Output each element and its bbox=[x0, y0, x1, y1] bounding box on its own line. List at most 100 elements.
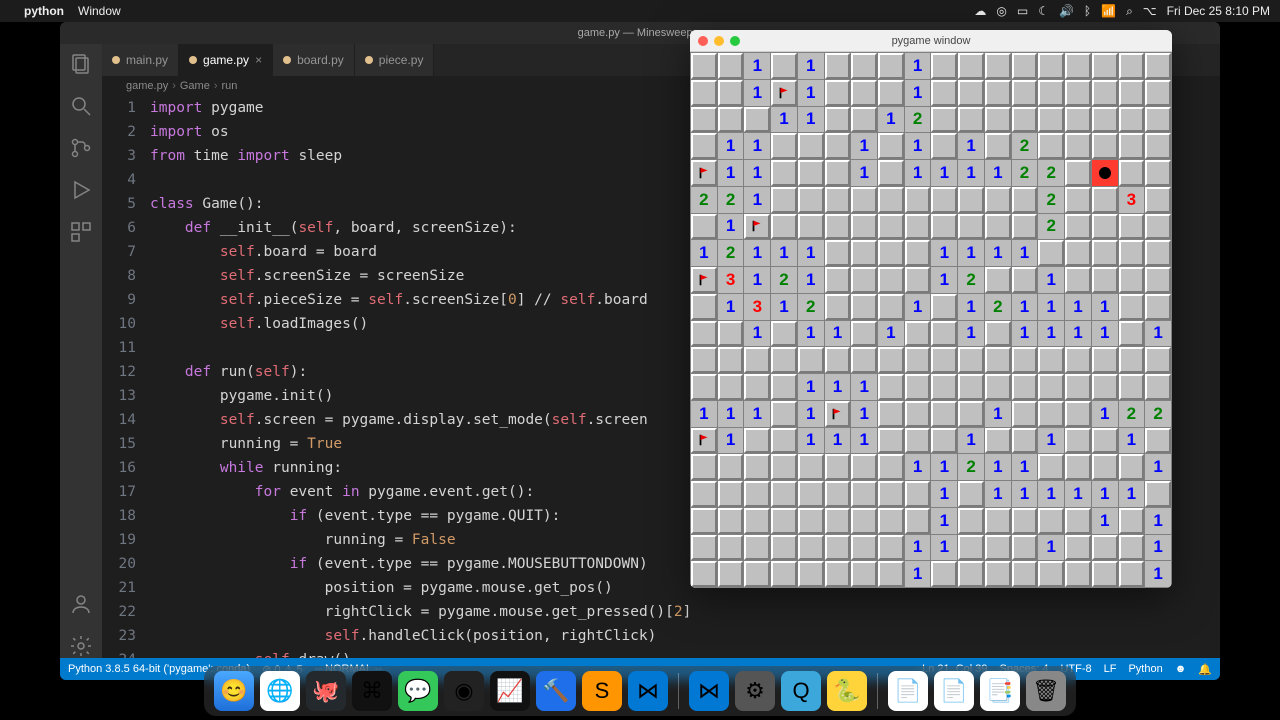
board-cell[interactable]: 1 bbox=[718, 401, 744, 427]
board-cell[interactable] bbox=[1038, 401, 1064, 427]
board-cell[interactable] bbox=[825, 80, 851, 106]
board-cell[interactable] bbox=[1119, 214, 1145, 240]
board-cell[interactable]: 1 bbox=[744, 80, 770, 106]
board-cell[interactable]: 1 bbox=[851, 160, 877, 186]
board-cell[interactable]: 2 bbox=[905, 107, 931, 133]
board-cell[interactable] bbox=[771, 561, 797, 587]
display-icon[interactable]: ▭ bbox=[1017, 4, 1028, 18]
board-cell[interactable] bbox=[985, 107, 1011, 133]
board-cell[interactable] bbox=[985, 428, 1011, 454]
board-cell[interactable] bbox=[851, 107, 877, 133]
board-cell[interactable] bbox=[1145, 347, 1171, 373]
board-cell[interactable]: 1 bbox=[905, 160, 931, 186]
board-cell[interactable] bbox=[958, 187, 984, 213]
board-cell[interactable]: 1 bbox=[1145, 508, 1171, 534]
board-cell[interactable]: 1 bbox=[958, 133, 984, 159]
board-cell[interactable] bbox=[798, 133, 824, 159]
board-cell[interactable] bbox=[851, 347, 877, 373]
board-cell[interactable]: 1 bbox=[798, 240, 824, 266]
close-icon[interactable]: × bbox=[255, 53, 262, 67]
board-cell[interactable] bbox=[1119, 508, 1145, 534]
board-cell[interactable]: 1 bbox=[1065, 481, 1091, 507]
board-cell[interactable] bbox=[985, 267, 1011, 293]
board-cell[interactable]: 1 bbox=[905, 133, 931, 159]
board-cell[interactable] bbox=[905, 481, 931, 507]
flag-cell[interactable] bbox=[825, 401, 851, 427]
search-icon[interactable] bbox=[69, 94, 93, 118]
board-cell[interactable] bbox=[851, 240, 877, 266]
board-cell[interactable] bbox=[825, 294, 851, 320]
board-cell[interactable] bbox=[798, 347, 824, 373]
dock-sublime[interactable]: S bbox=[582, 671, 622, 711]
board-cell[interactable] bbox=[931, 53, 957, 79]
board-cell[interactable] bbox=[1065, 107, 1091, 133]
search-icon[interactable]: ⌕ bbox=[1126, 4, 1133, 19]
minesweeper-board[interactable]: 1111111112111112111111122221231212111111… bbox=[690, 52, 1172, 588]
board-cell[interactable]: 1 bbox=[905, 53, 931, 79]
board-cell[interactable] bbox=[771, 53, 797, 79]
board-cell[interactable] bbox=[744, 428, 770, 454]
board-cell[interactable] bbox=[1065, 508, 1091, 534]
board-cell[interactable]: 1 bbox=[1065, 294, 1091, 320]
board-cell[interactable]: 1 bbox=[1119, 481, 1145, 507]
board-cell[interactable] bbox=[1012, 401, 1038, 427]
extensions-icon[interactable] bbox=[69, 220, 93, 244]
board-cell[interactable] bbox=[1092, 535, 1118, 561]
board-cell[interactable] bbox=[691, 107, 717, 133]
board-cell[interactable] bbox=[985, 508, 1011, 534]
board-cell[interactable] bbox=[851, 561, 877, 587]
board-cell[interactable]: 1 bbox=[744, 321, 770, 347]
board-cell[interactable]: 1 bbox=[878, 321, 904, 347]
board-cell[interactable] bbox=[798, 508, 824, 534]
board-cell[interactable]: 2 bbox=[718, 240, 744, 266]
board-cell[interactable] bbox=[771, 187, 797, 213]
board-cell[interactable] bbox=[1092, 240, 1118, 266]
board-cell[interactable] bbox=[825, 267, 851, 293]
board-cell[interactable] bbox=[691, 454, 717, 480]
board-cell[interactable] bbox=[1065, 187, 1091, 213]
board-cell[interactable] bbox=[878, 561, 904, 587]
account-icon[interactable] bbox=[69, 592, 93, 616]
board-cell[interactable] bbox=[905, 508, 931, 534]
board-cell[interactable]: 1 bbox=[958, 294, 984, 320]
tab-game[interactable]: game.py× bbox=[179, 44, 273, 76]
board-cell[interactable]: 2 bbox=[1038, 187, 1064, 213]
board-cell[interactable]: 2 bbox=[958, 267, 984, 293]
board-cell[interactable] bbox=[825, 561, 851, 587]
board-cell[interactable] bbox=[1065, 561, 1091, 587]
board-cell[interactable] bbox=[1092, 561, 1118, 587]
board-cell[interactable] bbox=[958, 80, 984, 106]
board-cell[interactable] bbox=[1065, 53, 1091, 79]
board-cell[interactable]: 1 bbox=[985, 481, 1011, 507]
board-cell[interactable]: 1 bbox=[1012, 321, 1038, 347]
board-cell[interactable] bbox=[1012, 187, 1038, 213]
board-cell[interactable] bbox=[931, 214, 957, 240]
board-cell[interactable] bbox=[1119, 294, 1145, 320]
board-cell[interactable] bbox=[1145, 160, 1171, 186]
board-cell[interactable] bbox=[798, 160, 824, 186]
board-cell[interactable]: 1 bbox=[798, 107, 824, 133]
board-cell[interactable] bbox=[851, 321, 877, 347]
board-cell[interactable] bbox=[1145, 428, 1171, 454]
board-cell[interactable]: 1 bbox=[798, 428, 824, 454]
board-cell[interactable]: 2 bbox=[718, 187, 744, 213]
board-cell[interactable] bbox=[931, 294, 957, 320]
board-cell[interactable] bbox=[905, 428, 931, 454]
board-cell[interactable] bbox=[905, 240, 931, 266]
board-cell[interactable] bbox=[985, 133, 1011, 159]
board-cell[interactable]: 1 bbox=[1092, 401, 1118, 427]
board-cell[interactable] bbox=[1012, 428, 1038, 454]
board-cell[interactable] bbox=[1119, 240, 1145, 266]
board-cell[interactable] bbox=[1092, 374, 1118, 400]
status-language[interactable]: Python bbox=[1128, 663, 1162, 676]
dock-messages[interactable]: 💬 bbox=[398, 671, 438, 711]
board-cell[interactable] bbox=[931, 321, 957, 347]
board-cell[interactable] bbox=[985, 53, 1011, 79]
cloud-icon[interactable]: ☁ bbox=[974, 4, 986, 18]
board-cell[interactable]: 1 bbox=[744, 160, 770, 186]
board-cell[interactable]: 3 bbox=[718, 267, 744, 293]
flag-cell[interactable] bbox=[744, 214, 770, 240]
board-cell[interactable]: 1 bbox=[931, 454, 957, 480]
board-cell[interactable] bbox=[1119, 160, 1145, 186]
board-cell[interactable] bbox=[1145, 80, 1171, 106]
